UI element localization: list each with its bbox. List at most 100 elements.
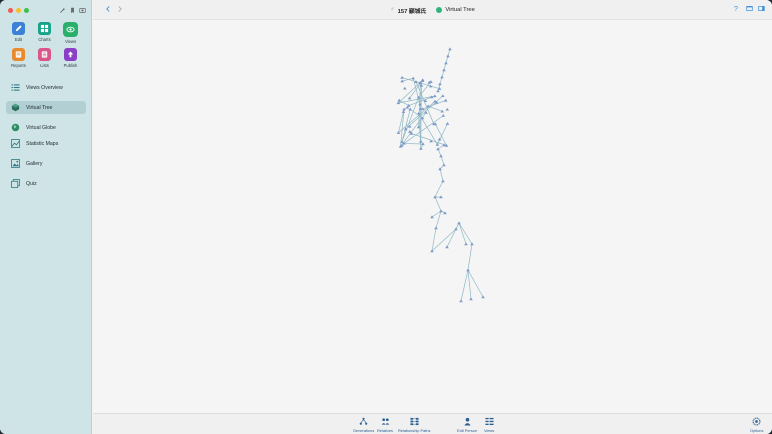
- tree-node[interactable]: [443, 98, 448, 102]
- tool-label: Reports: [11, 63, 26, 68]
- breadcrumb-person-label: 157 颛城氏: [397, 8, 427, 15]
- tree-edge: [460, 269, 469, 302]
- tree-node[interactable]: [433, 99, 437, 103]
- tree-node[interactable]: [466, 268, 470, 272]
- eye-icon: [63, 22, 78, 37]
- tree-node[interactable]: [441, 114, 446, 117]
- virtual-tree-canvas[interactable]: [93, 21, 772, 413]
- sidebar-toggle-button[interactable]: [756, 5, 766, 15]
- tool-views[interactable]: Views: [58, 22, 83, 45]
- tree-node[interactable]: [419, 139, 423, 143]
- tree-node[interactable]: [459, 299, 463, 303]
- tree-node[interactable]: [445, 122, 450, 125]
- tool-lists[interactable]: Lists: [32, 48, 57, 71]
- tool-publish[interactable]: Publish: [58, 48, 83, 71]
- tree-node[interactable]: [441, 179, 445, 183]
- tree-node[interactable]: [444, 61, 448, 65]
- nav-views-overview[interactable]: Views Overview: [6, 81, 86, 94]
- tree-node[interactable]: [400, 75, 404, 79]
- breadcrumb-person[interactable]: ♂ 157 颛城氏: [390, 6, 426, 15]
- tree-node[interactable]: [469, 297, 473, 301]
- tree-node[interactable]: [442, 68, 446, 72]
- tree-node[interactable]: [439, 209, 443, 213]
- nav-virtual-globe[interactable]: Virtual Globe: [6, 121, 86, 134]
- tool-label: Publish: [63, 63, 78, 68]
- reports-icon: [12, 48, 25, 61]
- tree-edge: [434, 180, 444, 198]
- nav-label: Statistic Maps: [26, 140, 59, 147]
- tree-node[interactable]: [434, 226, 438, 230]
- relationship-paths-label: Relationship Paths: [398, 428, 431, 433]
- window-close-button[interactable]: [8, 8, 13, 13]
- tree-node[interactable]: [445, 107, 450, 111]
- tree-node[interactable]: [457, 221, 461, 225]
- nav-label: Virtual Tree: [26, 104, 53, 111]
- tool-grid: Edit Charts Views Reports Lists Publish: [6, 22, 86, 71]
- tree-node[interactable]: [443, 211, 447, 215]
- views-button[interactable]: Views: [484, 417, 494, 433]
- relationship-paths-button[interactable]: Relationship Paths: [398, 417, 430, 433]
- window-zoom-button[interactable]: [24, 8, 29, 13]
- relatives-button[interactable]: Relatives: [377, 417, 393, 433]
- pencil-icon: [12, 22, 25, 35]
- main-area: ♂ 157 颛城氏 Virtual Tree ? Generations Rel…: [93, 0, 772, 434]
- nav-label: Gallery: [26, 160, 43, 167]
- tree-node[interactable]: [397, 98, 402, 102]
- tree-node[interactable]: [433, 94, 437, 98]
- nav-virtual-tree[interactable]: Virtual Tree: [6, 101, 86, 114]
- tree-node[interactable]: [401, 110, 406, 114]
- relationship-paths-icon: [410, 417, 419, 426]
- help-icon: ?: [734, 6, 738, 13]
- generations-button[interactable]: Generations: [353, 417, 374, 433]
- tool-charts[interactable]: Charts: [32, 22, 57, 45]
- nav-label: Quiz: [26, 180, 37, 187]
- nav-label: Virtual Globe: [26, 124, 56, 131]
- window-button[interactable]: [744, 5, 754, 15]
- nav-gallery[interactable]: Gallery: [6, 157, 86, 170]
- tree-node[interactable]: [454, 227, 458, 231]
- tree-node[interactable]: [438, 82, 442, 86]
- tree-node[interactable]: [464, 242, 468, 246]
- virtual-tree-graph[interactable]: [93, 21, 772, 413]
- search-icon[interactable]: [79, 7, 86, 14]
- tree-node[interactable]: [442, 163, 446, 167]
- tree-node[interactable]: [445, 245, 449, 249]
- tree-node[interactable]: [408, 107, 412, 111]
- list-icon: [11, 83, 20, 92]
- edit-person-label: Edit Person: [457, 428, 478, 433]
- tree-node[interactable]: [411, 76, 416, 80]
- quiz-icon: [11, 179, 20, 188]
- tree-node[interactable]: [446, 54, 450, 58]
- nav-statistic-maps[interactable]: Statistic Maps: [6, 137, 86, 150]
- nav-quiz[interactable]: Quiz: [6, 177, 86, 190]
- tree-node[interactable]: [481, 295, 485, 299]
- help-button[interactable]: ?: [731, 5, 741, 15]
- charts-icon: [38, 22, 51, 35]
- tree-node[interactable]: [403, 86, 407, 90]
- tree-node[interactable]: [441, 94, 445, 98]
- tool-label: Lists: [40, 63, 49, 68]
- tree-node[interactable]: [435, 143, 440, 146]
- tree-node[interactable]: [440, 75, 444, 79]
- tree-edge: [437, 123, 448, 145]
- breadcrumb-view[interactable]: Virtual Tree: [436, 7, 475, 13]
- app-window: Edit Charts Views Reports Lists Publish …: [0, 0, 772, 434]
- sidebar-right-icon: [757, 6, 765, 11]
- wand-icon[interactable]: [59, 7, 66, 14]
- tree-node[interactable]: [408, 130, 412, 133]
- bookmark-icon[interactable]: [69, 7, 76, 14]
- tree-node[interactable]: [416, 111, 421, 115]
- window-minimize-button[interactable]: [16, 8, 21, 13]
- tree-node[interactable]: [402, 107, 406, 111]
- breadcrumb-view-label: Virtual Tree: [445, 7, 475, 13]
- tree-node[interactable]: [419, 146, 423, 150]
- tree-node[interactable]: [448, 47, 452, 51]
- options-button[interactable]: Options: [750, 417, 763, 433]
- tree-node[interactable]: [439, 154, 443, 158]
- views-label: Views: [484, 428, 495, 433]
- tool-reports[interactable]: Reports: [6, 48, 31, 71]
- edit-person-button[interactable]: Edit Person: [457, 417, 477, 433]
- tool-edit[interactable]: Edit: [6, 22, 31, 45]
- lists-icon: [38, 48, 51, 61]
- tree-node[interactable]: [470, 242, 474, 246]
